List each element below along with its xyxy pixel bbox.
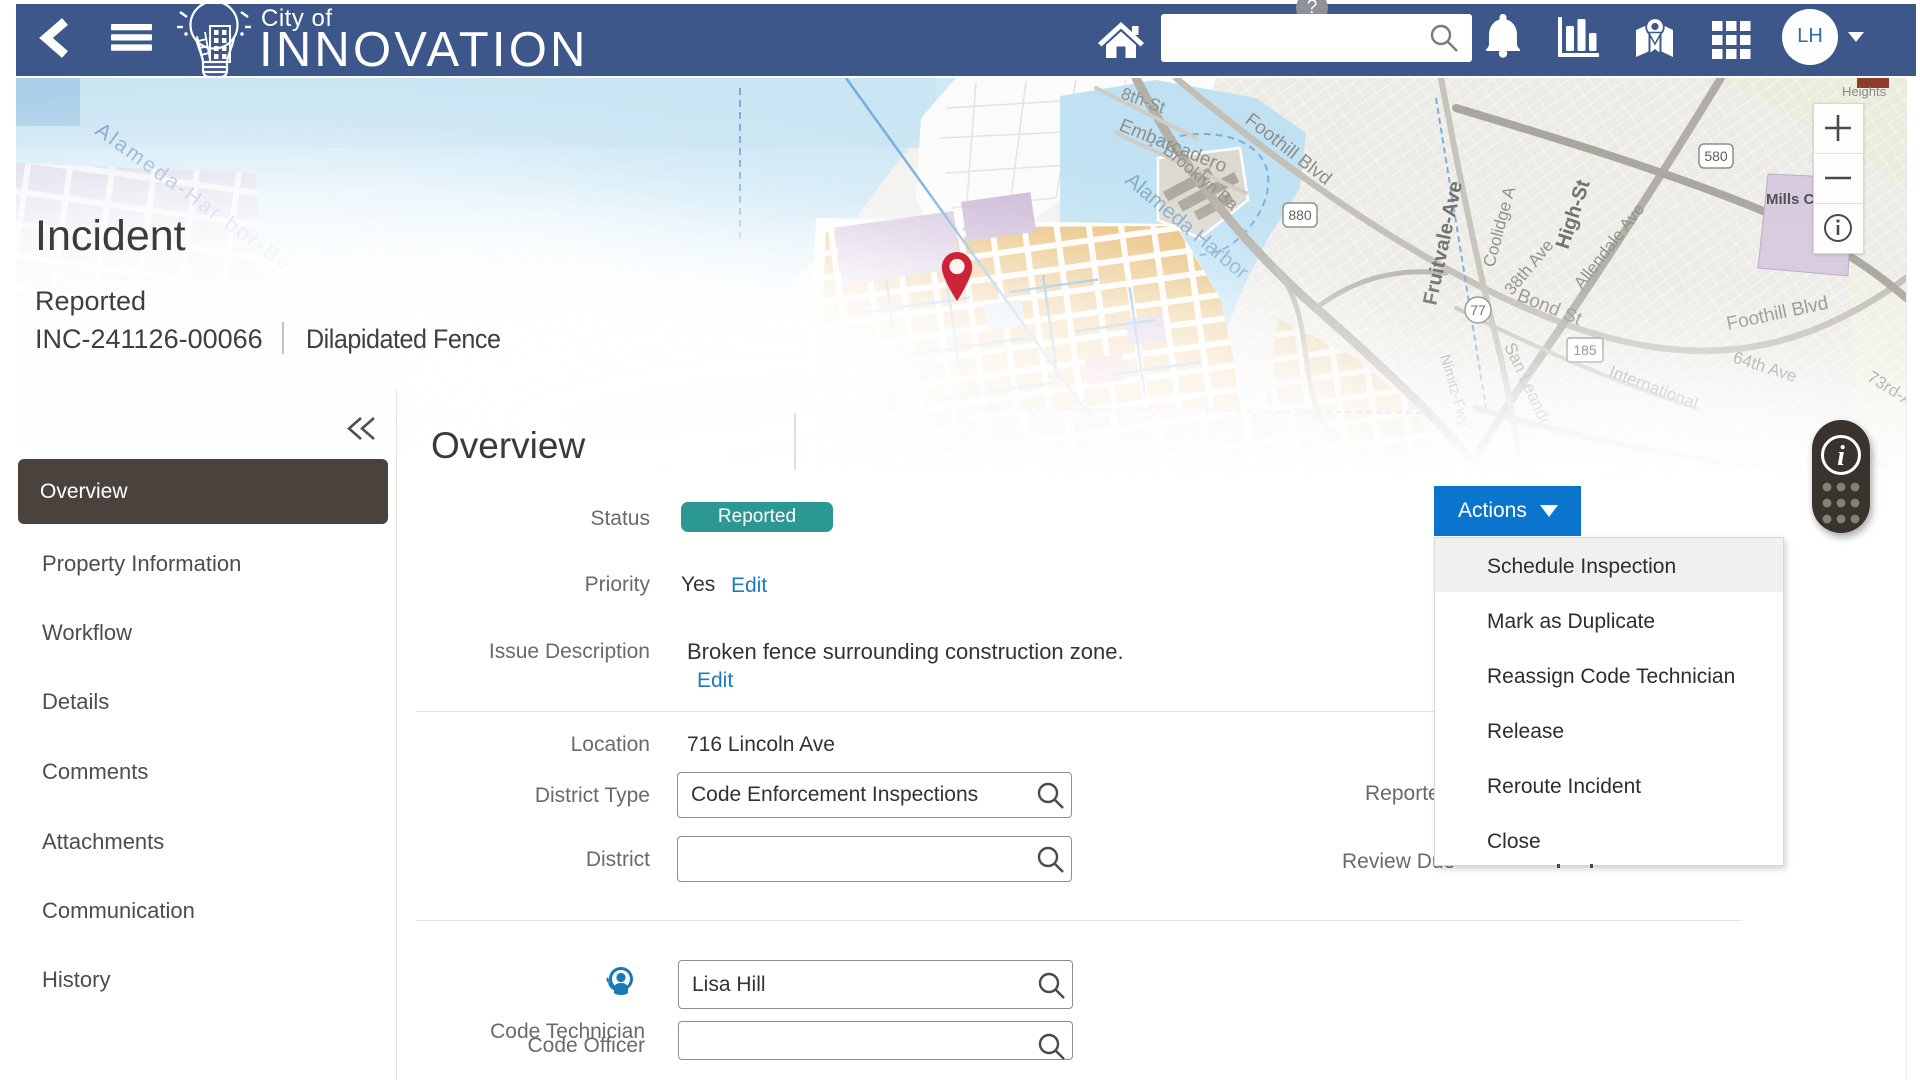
svg-text:i: i [1837,441,1845,472]
